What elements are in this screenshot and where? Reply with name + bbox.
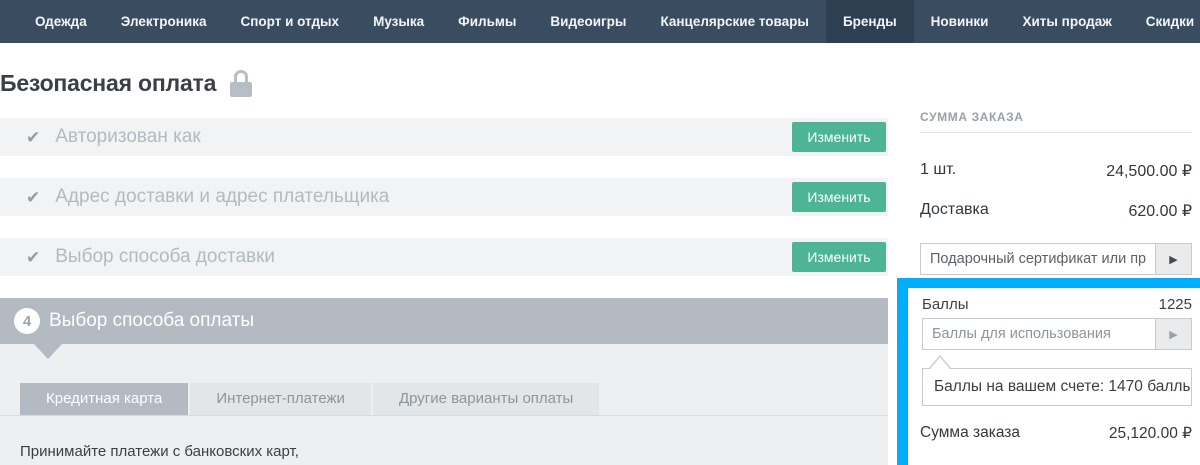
- step-title: Авторизован как: [55, 126, 200, 148]
- apply-gift-certificate-button[interactable]: ▶: [1155, 244, 1191, 274]
- checkmark-icon: ✔: [26, 249, 40, 266]
- gift-certificate-input[interactable]: [921, 244, 1155, 274]
- summary-line-items: 1 шт. 24,500.00 ₽: [920, 161, 1192, 181]
- page-title-row: Безопасная оплата: [0, 70, 252, 97]
- tab-internet-payments[interactable]: Интернет-платежи: [190, 383, 371, 415]
- page-title: Безопасная оплата: [0, 70, 216, 97]
- nav-item-discounts[interactable]: Скидки: [1129, 0, 1200, 43]
- total-label: Сумма заказа: [920, 424, 1020, 443]
- checkmark-icon: ✔: [26, 189, 40, 206]
- nav-item-videogames[interactable]: Видеоигры: [533, 0, 643, 43]
- points-balance-note: Баллы на вашем счете: 1470 баллы.: [922, 368, 1192, 406]
- change-address-button[interactable]: Изменить: [792, 182, 886, 212]
- summary-line-value: 24,500.00 ₽: [1106, 161, 1192, 181]
- nav-item-clothes[interactable]: Одежда: [18, 0, 104, 43]
- order-summary-title: СУММА ЗАКАЗА: [920, 110, 1024, 124]
- nav-item-new-arrivals[interactable]: Новинки: [914, 0, 1006, 43]
- arrow-right-icon: ▶: [1169, 253, 1177, 266]
- step-header-payment-method: 4 Выбор способа оплаты: [0, 298, 888, 344]
- checkout-page: Одежда Электроника Спорт и отдых Музыка …: [0, 0, 1200, 465]
- step-row-address: ✔ Адрес доставки и адрес плательщика Изм…: [0, 178, 888, 216]
- arrow-right-icon: ▶: [1169, 328, 1177, 341]
- summary-line-shipping: Доставка 620.00 ₽: [920, 201, 1192, 221]
- payment-panel-text: Принимайте платежи с банковских карт,: [20, 443, 299, 460]
- summary-total-row: Сумма заказа 25,120.00 ₽: [920, 424, 1192, 443]
- gift-certificate-field: ▶: [920, 243, 1192, 275]
- step-title: Адрес доставки и адрес плательщика: [55, 186, 389, 208]
- points-field: ▶: [922, 318, 1192, 350]
- tooltip-caret: [930, 357, 950, 369]
- total-value: 25,120.00 ₽: [1109, 424, 1192, 443]
- points-row: Баллы 1225: [922, 296, 1192, 313]
- lock-icon: [230, 70, 252, 97]
- step-title: Выбор способа доставки: [55, 246, 275, 268]
- nav-item-music[interactable]: Музыка: [356, 0, 441, 43]
- summary-line-label: 1 шт.: [920, 161, 956, 181]
- tab-credit-card[interactable]: Кредитная карта: [20, 383, 188, 415]
- nav-item-stationery[interactable]: Канцелярские товары: [643, 0, 825, 43]
- step-row-delivery: ✔ Выбор способа доставки Изменить: [0, 238, 888, 276]
- tab-other-payment-options[interactable]: Другие варианты оплаты: [373, 383, 599, 415]
- summary-line-value: 620.00 ₽: [1128, 201, 1192, 221]
- nav-item-movies[interactable]: Фильмы: [441, 0, 533, 43]
- step-header-pointer: [34, 344, 62, 359]
- top-nav: Одежда Электроника Спорт и отдых Музыка …: [0, 0, 1200, 43]
- nav-item-electronics[interactable]: Электроника: [104, 0, 224, 43]
- step-header-title: Выбор способа оплаты: [49, 310, 254, 332]
- highlight-border-top: [897, 278, 1200, 288]
- step-number-badge: 4: [14, 308, 40, 334]
- nav-item-brands[interactable]: Бренды: [826, 0, 914, 43]
- change-authorized-button[interactable]: Изменить: [792, 122, 886, 152]
- nav-item-sports[interactable]: Спорт и отдых: [223, 0, 356, 43]
- points-available-value: 1225: [1159, 296, 1192, 313]
- checkmark-icon: ✔: [26, 129, 40, 146]
- payment-panel: Кредитная карта Интернет-платежи Другие …: [0, 344, 888, 465]
- apply-points-button[interactable]: ▶: [1155, 319, 1191, 349]
- payment-tabs: Кредитная карта Интернет-платежи Другие …: [20, 383, 601, 415]
- points-input[interactable]: [923, 319, 1155, 349]
- step-row-authorized: ✔ Авторизован как Изменить: [0, 118, 888, 156]
- tabs-divider: [0, 415, 888, 416]
- summary-divider: [920, 132, 1192, 133]
- summary-line-label: Доставка: [920, 201, 989, 221]
- nav-item-bestsellers[interactable]: Хиты продаж: [1005, 0, 1128, 43]
- points-label: Баллы: [922, 296, 968, 313]
- change-delivery-button[interactable]: Изменить: [792, 242, 886, 272]
- highlight-border-left: [897, 278, 908, 465]
